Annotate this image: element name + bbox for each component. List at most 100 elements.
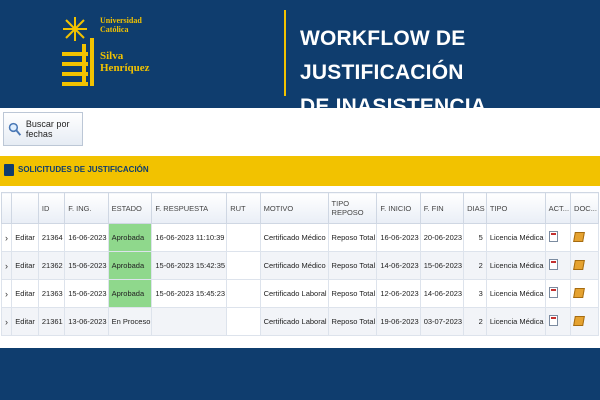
col-tipo-reposo[interactable]: TIPO REPOSO bbox=[327, 192, 378, 224]
edit-link[interactable]: Editar bbox=[11, 251, 39, 280]
cell-motivo: Certificado Laboral bbox=[259, 307, 329, 336]
calendar-icon[interactable] bbox=[548, 259, 558, 270]
table-row[interactable]: › Editar 21364 16-06-2023 Aprobada 16-06… bbox=[0, 223, 599, 252]
logo-line-3: Silva bbox=[100, 50, 124, 62]
col-rut[interactable]: RUT bbox=[226, 192, 261, 224]
expand-row-icon[interactable]: › bbox=[0, 223, 13, 252]
cell-tipo: Licencia Médica bbox=[485, 307, 546, 336]
panel-icon bbox=[4, 164, 14, 176]
folder-icon[interactable] bbox=[573, 315, 585, 326]
edit-link[interactable]: Editar bbox=[11, 279, 39, 308]
panel-title: Solicitudes de justificación bbox=[18, 165, 149, 174]
calendar-icon[interactable] bbox=[548, 315, 558, 326]
cell-estado: Aprobada bbox=[107, 251, 153, 280]
cell-f-respuesta: 15-06-2023 15:42:35 bbox=[151, 251, 228, 280]
cell-action[interactable] bbox=[544, 251, 572, 280]
cell-tipo-reposo: Reposo Total bbox=[327, 223, 378, 252]
cell-tipo: Licencia Médica bbox=[485, 279, 546, 308]
cell-f-ing: 13-06-2023 bbox=[64, 307, 109, 336]
col-dias[interactable]: DIAS bbox=[463, 192, 487, 224]
edit-link[interactable]: Editar bbox=[11, 223, 39, 252]
col-f-inicio[interactable]: F. INICIO bbox=[376, 192, 421, 224]
cell-f-respuesta: 15-06-2023 15:45:23 bbox=[151, 279, 228, 308]
cell-f-ing: 15-06-2023 bbox=[64, 279, 109, 308]
col-f-ing[interactable]: F. ING. bbox=[64, 192, 109, 224]
search-button-label: Buscar por fechas bbox=[25, 119, 70, 139]
calendar-icon[interactable] bbox=[548, 287, 558, 298]
table-header-row: ID F. ING. ESTADO F. RESPUESTA RUT MOTIV… bbox=[0, 192, 599, 224]
cell-rut bbox=[226, 279, 261, 308]
cell-rut bbox=[226, 251, 261, 280]
cell-motivo: Certificado Laboral bbox=[259, 279, 329, 308]
cell-tipo-reposo: Reposo Total bbox=[327, 251, 378, 280]
cell-document[interactable] bbox=[570, 307, 599, 336]
col-motivo[interactable]: MOTIVO bbox=[259, 192, 329, 224]
cell-document[interactable] bbox=[570, 279, 599, 308]
cell-tipo: Licencia Médica bbox=[485, 223, 546, 252]
app-header: Universidad Católica Silva Henríquez WOR… bbox=[0, 0, 600, 118]
cell-id: 21363 bbox=[37, 279, 66, 308]
cell-id: 21364 bbox=[37, 223, 66, 252]
cell-f-inicio: 12-06-2023 bbox=[376, 279, 421, 308]
calendar-icon[interactable] bbox=[548, 231, 558, 242]
col-expand[interactable] bbox=[0, 192, 13, 224]
page-title-line-1: WORKFLOW DE JUSTIFICACIÓN bbox=[300, 27, 466, 84]
cell-f-fin: 14-06-2023 bbox=[419, 279, 465, 308]
logo-line-1: Universidad bbox=[100, 16, 142, 25]
header-divider bbox=[284, 10, 286, 96]
cell-f-fin: 20-06-2023 bbox=[419, 223, 465, 252]
col-tipo[interactable]: TIPO bbox=[485, 192, 546, 224]
cell-tipo-reposo: Reposo Total bbox=[327, 279, 378, 308]
table-row[interactable]: › Editar 21362 15-06-2023 Aprobada 15-06… bbox=[0, 251, 599, 280]
col-f-respuesta[interactable]: F. RESPUESTA bbox=[151, 192, 228, 224]
cell-estado: Aprobada bbox=[107, 279, 153, 308]
cell-dias: 2 bbox=[463, 307, 487, 336]
cell-f-respuesta bbox=[151, 307, 228, 336]
cell-action[interactable] bbox=[544, 307, 572, 336]
folder-icon[interactable] bbox=[573, 231, 585, 242]
toolbar: Buscar por fechas bbox=[0, 108, 600, 152]
cell-f-ing: 16-06-2023 bbox=[64, 223, 109, 252]
panel-header: Solicitudes de justificación bbox=[0, 156, 600, 186]
cell-rut bbox=[226, 223, 261, 252]
expand-row-icon[interactable]: › bbox=[0, 307, 13, 336]
logo-wordmark: Universidad Católica Silva Henríquez bbox=[100, 16, 150, 74]
col-estado[interactable]: ESTADO bbox=[107, 192, 153, 224]
cell-f-inicio: 16-06-2023 bbox=[376, 223, 421, 252]
col-edit[interactable] bbox=[11, 192, 39, 224]
cell-f-inicio: 19-06-2023 bbox=[376, 307, 421, 336]
cell-motivo: Certificado Médico bbox=[259, 251, 329, 280]
cell-f-respuesta: 16-06-2023 11:10:39 bbox=[151, 223, 228, 252]
requests-grid: ID F. ING. ESTADO F. RESPUESTA RUT MOTIV… bbox=[0, 192, 600, 336]
magnifier-icon bbox=[8, 122, 22, 136]
logo-line-4: Henríquez bbox=[100, 62, 150, 74]
table-row[interactable]: › Editar 21363 15-06-2023 Aprobada 15-06… bbox=[0, 279, 599, 308]
table-row[interactable]: › Editar 21361 13-06-2023 En Proceso Cer… bbox=[0, 307, 599, 336]
col-f-fin[interactable]: F. FIN bbox=[419, 192, 465, 224]
col-documentos[interactable]: DOC... bbox=[570, 192, 599, 224]
cell-estado: En Proceso bbox=[107, 307, 153, 336]
cell-estado: Aprobada bbox=[107, 223, 153, 252]
col-id[interactable]: ID bbox=[37, 192, 66, 224]
cell-id: 21362 bbox=[37, 251, 66, 280]
cell-f-inicio: 14-06-2023 bbox=[376, 251, 421, 280]
expand-row-icon[interactable]: › bbox=[0, 251, 13, 280]
cell-document[interactable] bbox=[570, 251, 599, 280]
expand-row-icon[interactable]: › bbox=[0, 279, 13, 308]
edit-link[interactable]: Editar bbox=[11, 307, 39, 336]
cell-id: 21361 bbox=[37, 307, 66, 336]
folder-icon[interactable] bbox=[573, 259, 585, 270]
cell-motivo: Certificado Médico bbox=[259, 223, 329, 252]
cell-action[interactable] bbox=[544, 223, 572, 252]
cell-dias: 3 bbox=[463, 279, 487, 308]
cell-dias: 2 bbox=[463, 251, 487, 280]
cell-tipo: Licencia Médica bbox=[485, 251, 546, 280]
col-acciones[interactable]: ACT... bbox=[544, 192, 572, 224]
cell-f-fin: 15-06-2023 bbox=[419, 251, 465, 280]
search-by-dates-button[interactable]: Buscar por fechas bbox=[3, 112, 83, 146]
cell-document[interactable] bbox=[570, 223, 599, 252]
cell-action[interactable] bbox=[544, 279, 572, 308]
cell-rut bbox=[226, 307, 261, 336]
cell-dias: 5 bbox=[463, 223, 487, 252]
folder-icon[interactable] bbox=[573, 287, 585, 298]
